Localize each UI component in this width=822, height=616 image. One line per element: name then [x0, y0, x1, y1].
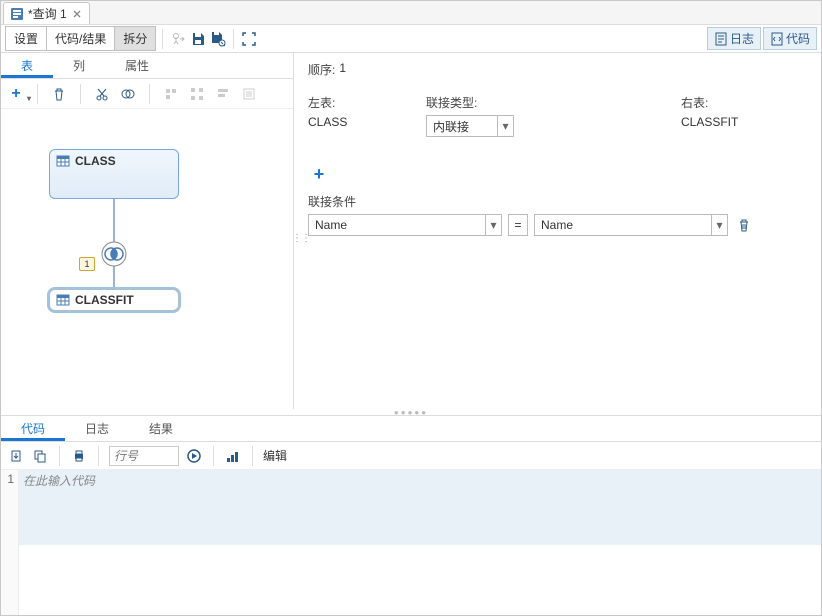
- separator: [98, 446, 99, 466]
- separator: [233, 29, 234, 49]
- table-icon: [56, 154, 70, 168]
- view-code-result-button[interactable]: 代码/结果: [47, 27, 115, 50]
- code-placeholder: 在此输入代码: [19, 470, 821, 545]
- goto-line-icon[interactable]: [185, 447, 203, 465]
- separator: [162, 29, 163, 49]
- view-split-button[interactable]: 拆分: [115, 27, 155, 50]
- right-table-value: CLASSFIT: [681, 115, 738, 129]
- close-icon[interactable]: [71, 8, 83, 20]
- print-icon[interactable]: [70, 447, 88, 465]
- table-node-class[interactable]: CLASS: [49, 149, 179, 199]
- app-window: *查询 1 设置 代码/结果 拆分 日志: [0, 0, 822, 616]
- order-value: 1: [339, 61, 346, 78]
- delete-icon[interactable]: [50, 85, 68, 103]
- chevron-down-icon: ▾: [485, 215, 501, 235]
- condition-right-select[interactable]: Name ▾: [534, 214, 728, 236]
- join-type-select[interactable]: 内联接 ▾: [426, 115, 514, 137]
- condition-right-value: Name: [535, 218, 711, 232]
- code-icon: [770, 32, 784, 46]
- table-icon: [56, 293, 70, 307]
- tab-log[interactable]: 日志: [65, 416, 129, 441]
- separator: [149, 84, 150, 104]
- condition-row: Name ▾ = Name ▾: [308, 214, 807, 236]
- document-tab-bar: *查询 1: [1, 1, 821, 25]
- table-node-label: CLASS: [75, 154, 116, 168]
- view-settings-button[interactable]: 设置: [6, 27, 47, 50]
- edit-label[interactable]: 编辑: [263, 447, 287, 464]
- join-badge: 1: [79, 257, 95, 271]
- add-condition-button[interactable]: +: [308, 163, 330, 185]
- log-icon: [714, 32, 728, 46]
- add-icon[interactable]: +▾: [7, 85, 25, 103]
- lower-tabs: 代码 日志 结果: [1, 416, 821, 442]
- left-table-value: CLASS: [308, 115, 347, 129]
- log-button[interactable]: 日志: [707, 27, 761, 50]
- code-button-label: 代码: [786, 30, 810, 47]
- tab-attr[interactable]: 属性: [105, 53, 169, 78]
- condition-operator[interactable]: =: [508, 214, 528, 236]
- fullscreen-icon[interactable]: [240, 30, 258, 48]
- separator: [252, 446, 253, 466]
- table-node-classfit[interactable]: CLASSFIT: [49, 289, 179, 311]
- left-pane: 表 列 属性 +▾: [1, 53, 294, 409]
- drag-handle[interactable]: ⋮⋮: [292, 233, 310, 244]
- diagram-toolbar: +▾: [1, 79, 293, 109]
- save-as-icon[interactable]: [209, 30, 227, 48]
- query-icon: [10, 7, 24, 21]
- ungroup-icon: [188, 85, 206, 103]
- align-icon: [214, 85, 232, 103]
- lower-pane: 代码 日志 结果 编辑 1 在此输入代码: [1, 415, 821, 615]
- join-type-value: 内联接: [427, 118, 497, 135]
- join-node[interactable]: [101, 241, 127, 267]
- diagram-canvas[interactable]: CLASS 1 CLASSFIT: [1, 109, 293, 409]
- chevron-down-icon: ▾: [497, 116, 513, 136]
- separator: [59, 446, 60, 466]
- table-node-label: CLASSFIT: [75, 293, 134, 307]
- join-properties-pane: ⋮⋮ 顺序: 1 左表: 联接类型: 右表: CLASS 内联接 ▾: [294, 53, 821, 409]
- separator: [80, 84, 81, 104]
- cut-icon[interactable]: [93, 85, 111, 103]
- order-label: 顺序:: [308, 61, 335, 78]
- code-editor[interactable]: 1 在此输入代码: [1, 470, 821, 615]
- tab-code[interactable]: 代码: [1, 416, 65, 441]
- line-number: 1: [7, 472, 14, 486]
- save-icon[interactable]: [189, 30, 207, 48]
- left-table-label: 左表:: [308, 96, 335, 110]
- separator: [213, 446, 214, 466]
- code-button[interactable]: 代码: [763, 27, 817, 50]
- sub-tabs: 表 列 属性: [1, 53, 293, 79]
- join-icon[interactable]: [119, 85, 137, 103]
- line-number-input[interactable]: [109, 446, 179, 466]
- separator: [37, 84, 38, 104]
- find-icon[interactable]: [224, 447, 242, 465]
- tab-table[interactable]: 表: [1, 53, 53, 78]
- condition-left-select[interactable]: Name ▾: [308, 214, 502, 236]
- view-segmented: 设置 代码/结果 拆分: [5, 26, 156, 51]
- export-icon[interactable]: [7, 447, 25, 465]
- conditions-title: 联接条件: [308, 193, 807, 210]
- main-toolbar: 设置 代码/结果 拆分 日志 代码: [1, 25, 821, 53]
- document-tab[interactable]: *查询 1: [3, 2, 90, 24]
- log-button-label: 日志: [730, 30, 754, 47]
- document-tab-title: *查询 1: [28, 5, 67, 22]
- right-table-label: 右表:: [681, 96, 708, 110]
- chevron-down-icon: ▾: [711, 215, 727, 235]
- code-toolbar: 编辑: [1, 442, 821, 470]
- delete-condition-icon[interactable]: [734, 215, 754, 235]
- tab-column[interactable]: 列: [53, 53, 105, 78]
- tab-result[interactable]: 结果: [129, 416, 193, 441]
- list-icon: [240, 85, 258, 103]
- condition-left-value: Name: [309, 218, 485, 232]
- line-gutter: 1: [1, 470, 19, 615]
- group-icon: [162, 85, 180, 103]
- copy-icon[interactable]: [31, 447, 49, 465]
- run-icon: [169, 30, 187, 48]
- join-type-label: 联接类型:: [426, 96, 477, 110]
